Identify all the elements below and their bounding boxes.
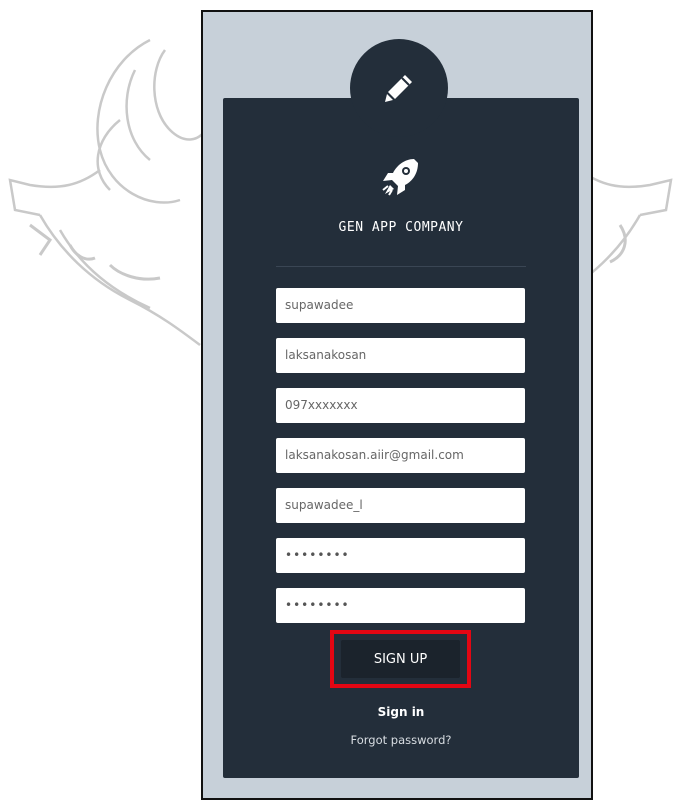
signup-screen: GEN APP COMPANY supawadee laksanakosan 0…	[201, 10, 593, 800]
first-name-field[interactable]: supawadee	[276, 288, 525, 323]
rocket-icon	[382, 159, 418, 196]
company-name: GEN APP COMPANY	[338, 220, 464, 235]
password-field[interactable]: ••••••••	[276, 538, 525, 573]
phone-field[interactable]: 097xxxxxxx	[276, 388, 525, 423]
avatar	[350, 39, 448, 137]
confirm-password-field[interactable]: ••••••••	[276, 588, 525, 623]
signin-link[interactable]: Sign in	[223, 705, 579, 719]
rocket-logo	[223, 156, 579, 198]
signup-card: GEN APP COMPANY supawadee laksanakosan 0…	[223, 98, 579, 778]
forgot-password-link[interactable]: Forgot password?	[223, 733, 579, 747]
pencil-icon	[385, 75, 412, 102]
signup-highlight-box: SIGN UP	[330, 630, 471, 688]
last-name-field[interactable]: laksanakosan	[276, 338, 525, 373]
email-field[interactable]: laksanakosan.aiir@gmail.com	[276, 438, 525, 473]
signup-button[interactable]: SIGN UP	[341, 640, 460, 678]
username-field[interactable]: supawadee_l	[276, 488, 525, 523]
divider	[276, 266, 526, 267]
